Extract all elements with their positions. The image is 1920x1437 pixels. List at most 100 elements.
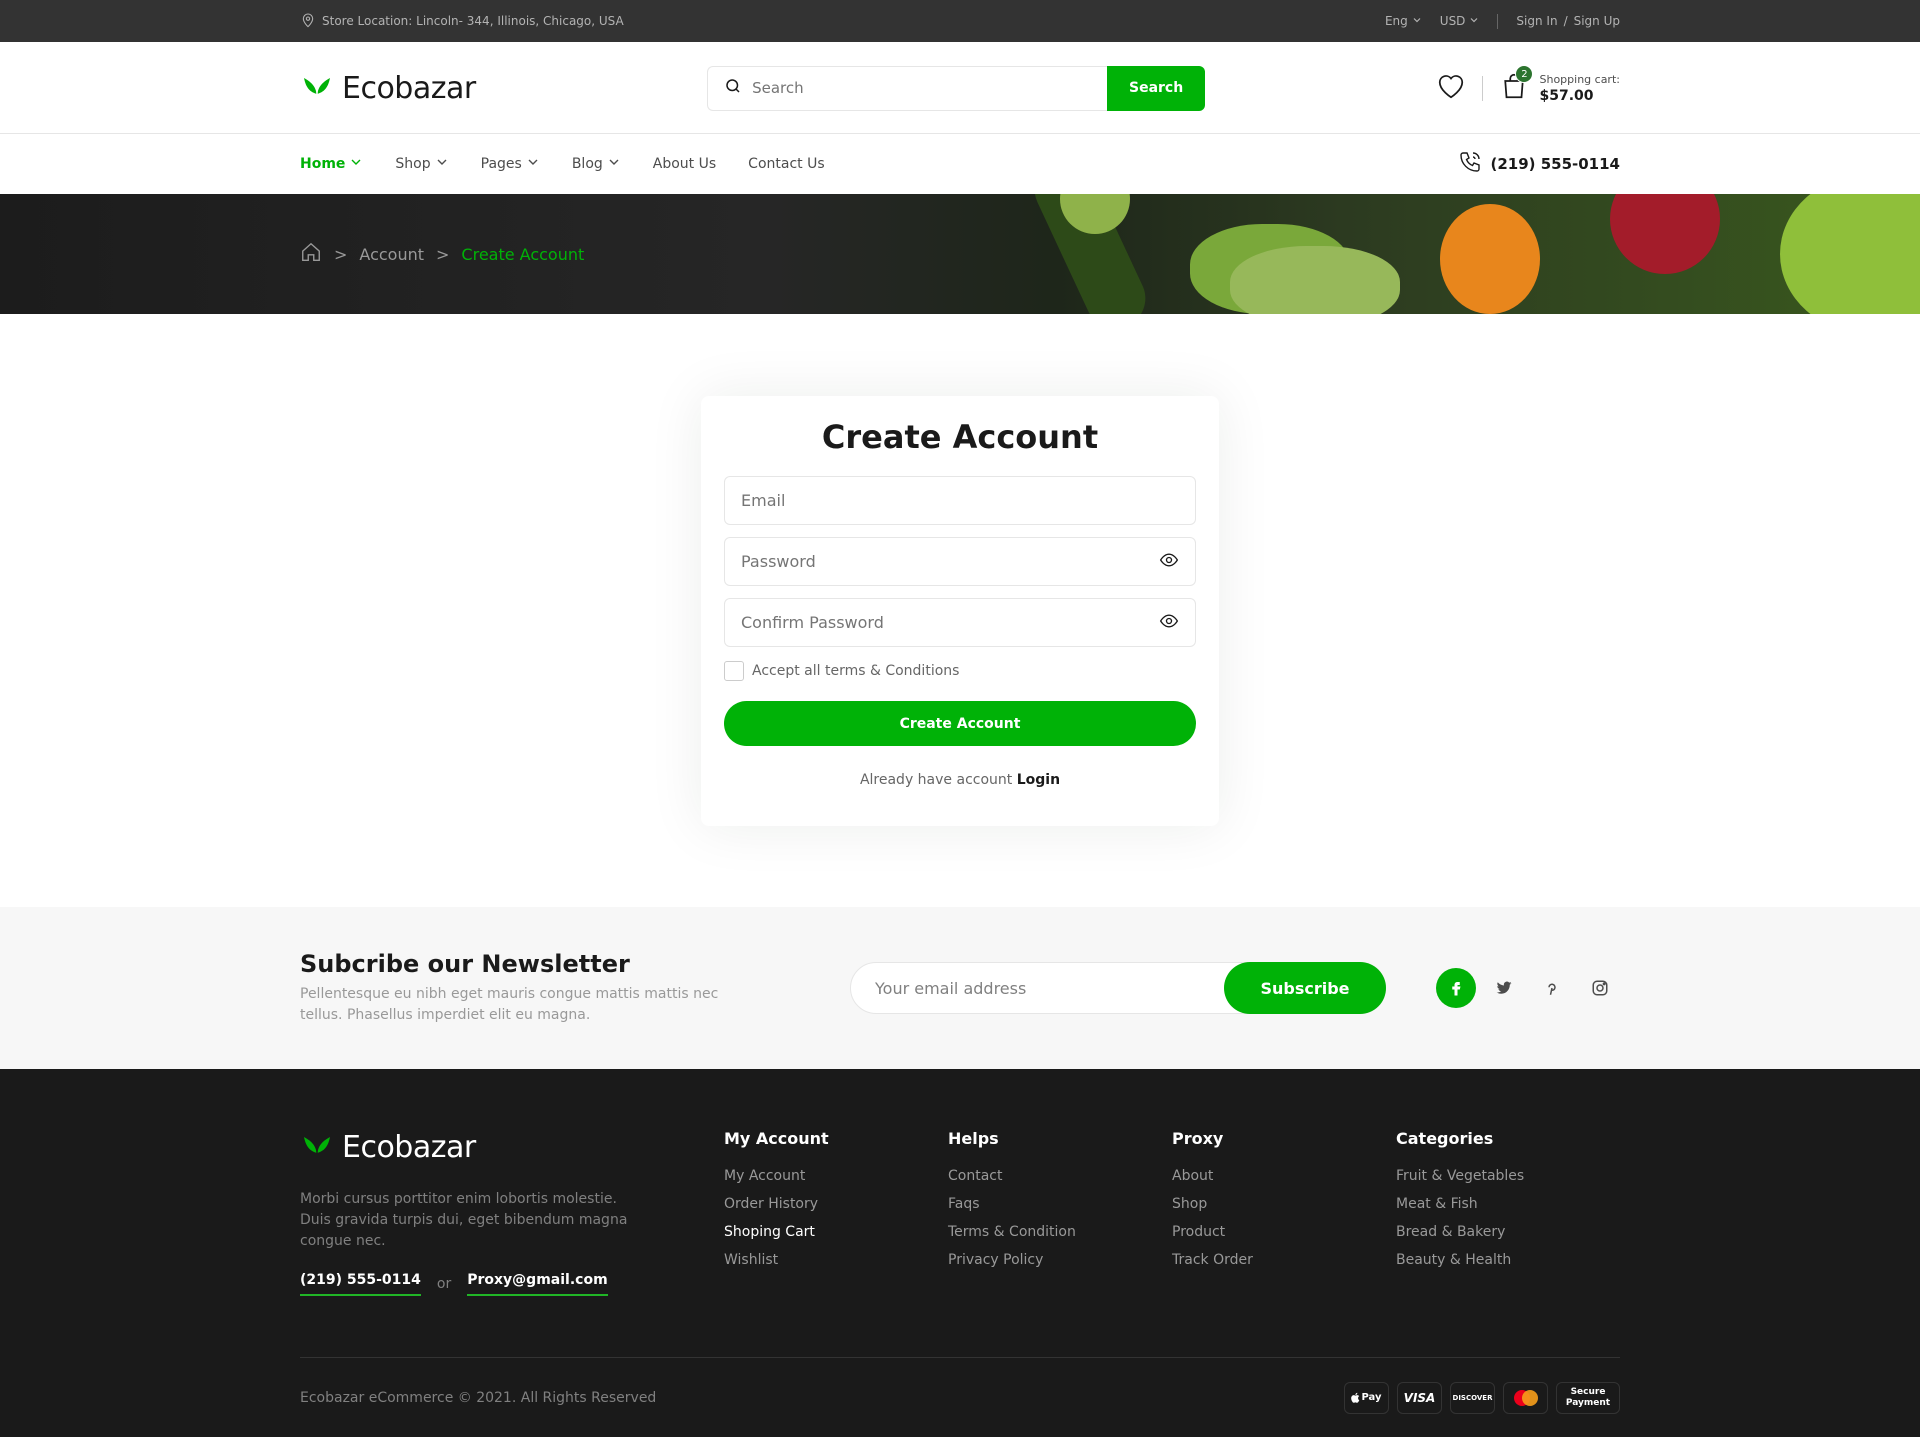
newsletter-description: Pellentesque eu nibh eget mauris congue … [300,986,719,1023]
pinterest-icon[interactable] [1532,968,1572,1008]
brand-name: Ecobazar [342,70,476,106]
language-select[interactable]: Eng [1385,14,1422,28]
footer-link[interactable]: Shop [1172,1196,1396,1212]
breadcrumb-current: Create Account [461,244,585,264]
email-input[interactable] [741,491,1136,510]
footer-column-categories: Categories Fruit & Vegetables Meat & Fish B… [1396,1129,1620,1296]
footer-link[interactable]: My Account [724,1168,948,1184]
currency-select[interactable]: USD [1440,14,1480,28]
footer-column-proxy: Proxy About Shop Product Track Order [1172,1129,1396,1296]
logo[interactable]: Ecobazar [300,70,476,106]
footer-link[interactable]: Track Order [1172,1252,1396,1268]
footer-link[interactable]: Contact [948,1168,1172,1184]
top-bar: Store Location: Lincoln- 344, Illinois, … [0,0,1920,42]
form-section: Create Account Accept all terms & Condit… [0,314,1920,907]
shopping-cart[interactable]: 2 Shopping cart: $57.00 [1499,65,1620,105]
header: Ecobazar Search 2 Shopping cart: $57.00 [0,42,1920,134]
breadcrumb-account[interactable]: Account [359,245,424,264]
facebook-icon[interactable] [1436,968,1476,1008]
nav-item-label: Blog [571,156,603,172]
search-bar: Search [707,65,1206,111]
nav-item-about-us[interactable]: About Us [653,155,716,173]
sign-in-link[interactable]: Sign In [1516,14,1557,28]
payment-methods: Pay VISA DISCOVER Secure Payment [1344,1381,1620,1414]
footer-link[interactable]: Wishlist [724,1252,948,1268]
nav-item-pages[interactable]: Pages [481,155,540,173]
search-icon [724,77,742,99]
footer-column-title: Categories [1396,1129,1494,1148]
search-input[interactable] [752,79,1092,97]
nav-item-contact-us[interactable]: Contact Us [748,155,824,173]
copyright: Ecobazar eCommerce © 2021. All Rights Re… [300,1389,657,1406]
login-link[interactable]: Login [1017,772,1060,788]
nav-phone[interactable]: (219) 555-0114 [1458,150,1620,178]
instagram-icon[interactable] [1580,968,1620,1008]
password-input[interactable] [741,552,1136,571]
nav-item-blog[interactable]: Blog [572,155,621,173]
chevron-down-icon [1469,14,1479,28]
email-field[interactable] [724,476,1196,525]
nav-phone-number: (219) 555-0114 [1490,155,1620,173]
newsletter-section: Subcribe our Newsletter Pellentesque eu … [0,907,1920,1069]
search-button[interactable]: Search [1107,65,1206,111]
footer-email[interactable]: Proxy@gmail.com [467,1272,608,1296]
newsletter-form: Your email address Subscribe [850,962,1386,1014]
password-field[interactable] [724,537,1196,586]
footer-brand-name: Ecobazar [342,1129,476,1165]
footer-column-my-account: My Account My Account Order History Shoping… [724,1129,948,1296]
eye-icon[interactable] [1159,611,1179,635]
eye-icon[interactable] [1159,550,1179,574]
form-title: Create Account [821,418,1099,456]
cart-count-badge: 2 [1515,65,1534,83]
footer: Ecobazar Morbi cursus porttitor enim lob… [0,1069,1920,1437]
breadcrumb-separator: > [334,244,348,264]
confirm-password-field[interactable] [724,598,1196,647]
footer-link[interactable]: Order History [724,1196,948,1212]
footer-link[interactable]: Beauty & Health [1396,1252,1620,1268]
footer-link[interactable]: Meat & Fish [1396,1196,1620,1212]
terms-checkbox[interactable] [724,661,744,681]
twitter-icon[interactable] [1484,968,1524,1008]
leaf-logo-icon [300,1129,334,1165]
footer-link[interactable]: Bread & Bakery [1396,1224,1620,1240]
vegetable-decor [1780,194,1920,314]
chevron-down-icon [526,155,540,173]
footer-phone[interactable]: (219) 555-0114 [300,1272,421,1296]
heart-icon[interactable] [1436,72,1466,104]
already-have-account-text: Already have account [859,772,1013,788]
social-links [1436,968,1620,1008]
discover-label: DISCOVER [1452,1393,1493,1402]
store-location-text: Store Location: Lincoln- 344, Illinois, … [322,14,624,28]
auth-separator: / [1563,14,1568,28]
nav-item-label: Pages [480,156,522,172]
search-field[interactable] [707,65,1108,111]
apple-pay-label: Pay [1361,1392,1382,1403]
nav-item-shop[interactable]: Shop [395,155,448,173]
newsletter-title: Subcribe our Newsletter [300,950,630,978]
footer-link[interactable]: Terms & Condition [948,1224,1172,1240]
footer-link[interactable]: Product [1172,1224,1396,1240]
secure-bottom-label: Payment [1565,1397,1611,1408]
footer-logo[interactable]: Ecobazar [300,1129,724,1165]
subscribe-button[interactable]: Subscribe [1224,962,1386,1014]
footer-link[interactable]: Faqs [948,1196,1172,1212]
visa-label: VISA [1403,1390,1436,1405]
footer-link[interactable]: Fruit & Vegetables [1396,1168,1620,1184]
visa-icon: VISA [1397,1381,1442,1414]
topbar-divider [1497,13,1499,29]
home-icon[interactable] [300,241,322,267]
footer-link[interactable]: Privacy Policy [948,1252,1172,1268]
nav-item-home[interactable]: Home [300,155,363,173]
breadcrumb-separator: > [436,244,450,264]
footer-bottom: Ecobazar eCommerce © 2021. All Rights Re… [300,1357,1620,1437]
secure-top-label: Secure [1570,1386,1606,1397]
footer-link[interactable]: Shoping Cart [724,1224,948,1240]
secure-payment-badge: Secure Payment [1556,1381,1620,1414]
confirm-password-input[interactable] [741,613,1136,632]
store-location: Store Location: Lincoln- 344, Illinois, … [300,12,624,31]
create-account-button[interactable]: Create Account [724,701,1196,746]
leaf-logo-icon [300,70,334,106]
footer-link[interactable]: About [1172,1168,1396,1184]
chevron-down-icon [349,155,363,173]
sign-up-link[interactable]: Sign Up [1574,14,1620,28]
